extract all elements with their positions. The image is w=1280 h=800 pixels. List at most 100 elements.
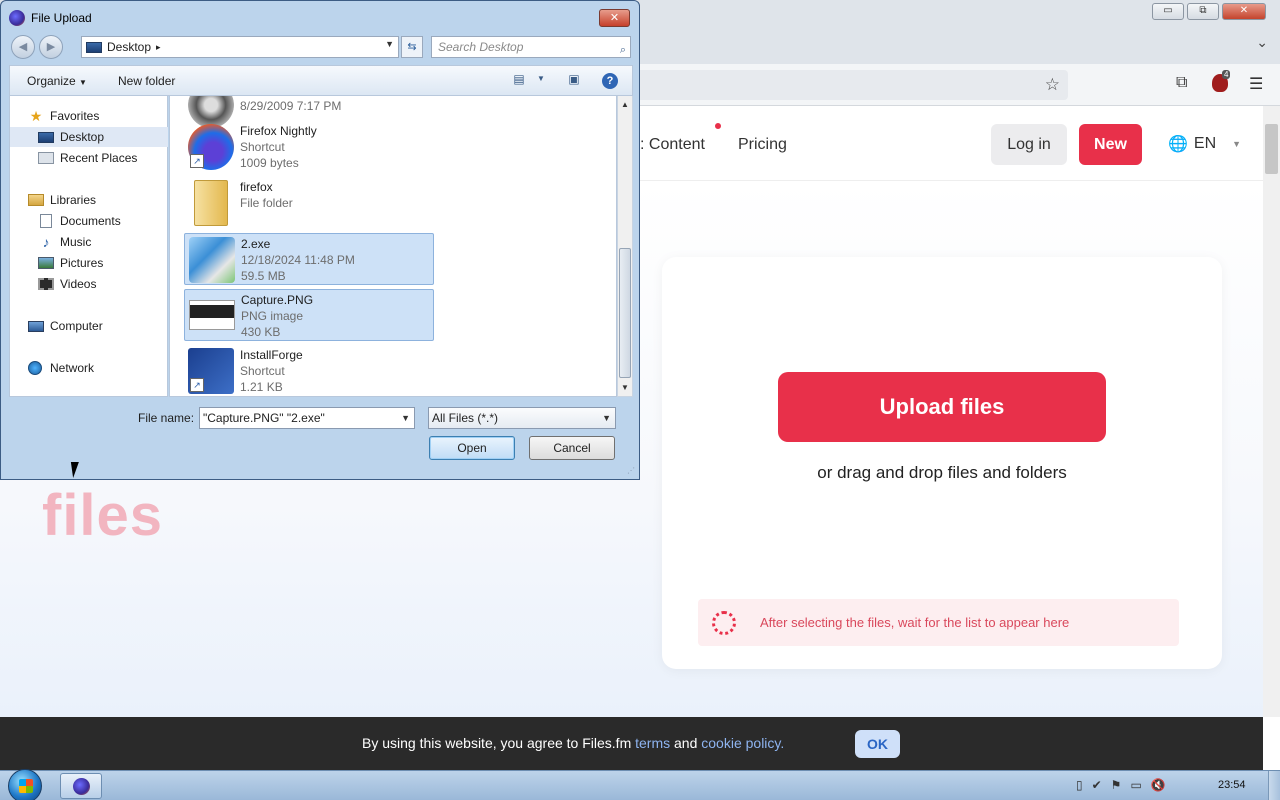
nav-content-link[interactable]: : Content: [640, 136, 705, 154]
nav-computer-label: Computer: [50, 319, 103, 333]
upload-info-text: After selecting the files, wait for the …: [760, 615, 1070, 630]
dialog-close-button[interactable]: ✕: [599, 9, 630, 27]
new-button[interactable]: New: [1079, 124, 1142, 165]
firefox-icon: [73, 778, 90, 795]
nav-desktop[interactable]: Desktop: [10, 127, 168, 147]
nav-favorites[interactable]: ★ Favorites: [10, 106, 168, 126]
file-detail-2: 430 KB: [241, 325, 281, 339]
caret-down-icon: ▼: [1232, 139, 1242, 149]
pictures-icon: [38, 257, 54, 269]
file-name-dropdown-icon[interactable]: ▼: [401, 408, 410, 428]
help-icon[interactable]: ?: [602, 73, 618, 89]
nav-pictures[interactable]: Pictures: [10, 253, 168, 273]
restore-button[interactable]: ⧉: [1187, 3, 1219, 20]
page-scrollbar[interactable]: [1263, 106, 1280, 717]
file-item[interactable]: 2.exe 12/18/2024 11:48 PM 59.5 MB: [184, 233, 434, 285]
file-item[interactable]: Capture.PNG PNG image 430 KB: [184, 289, 434, 341]
tab-list-chevron-icon[interactable]: ⌄: [1256, 34, 1268, 51]
new-folder-button[interactable]: New folder: [118, 74, 175, 88]
file-detail-1: Shortcut: [240, 140, 285, 154]
extensions-icon[interactable]: ⧉: [1176, 74, 1187, 92]
view-options-icon[interactable]: ▤: [510, 72, 528, 88]
tray-volume-muted-icon[interactable]: 🔇: [1151, 778, 1166, 792]
file-name-input[interactable]: "Capture.PNG" "2.exe" ▼: [199, 407, 415, 429]
address-bar[interactable]: Desktop ▸ ▼: [81, 36, 399, 58]
cookie-ok-button[interactable]: OK: [855, 730, 900, 758]
nav-computer[interactable]: Computer: [10, 316, 168, 336]
hero-files-word: files: [42, 483, 164, 548]
search-placeholder: Search Desktop: [438, 40, 524, 54]
file-item[interactable]: ↗ InstallForge Shortcut 1.21 KB: [184, 345, 434, 396]
terms-link[interactable]: terms: [635, 735, 670, 751]
cancel-button[interactable]: Cancel: [529, 436, 615, 460]
forward-arrow-icon[interactable]: ▶: [39, 35, 63, 59]
bookmark-star-icon[interactable]: ☆: [1045, 75, 1060, 95]
back-arrow-icon[interactable]: ◀: [11, 35, 35, 59]
file-name: firefox: [240, 180, 273, 194]
cookie-policy-link[interactable]: cookie policy.: [701, 735, 784, 751]
file-detail-1: Shortcut: [240, 364, 285, 378]
file-detail-1: File folder: [240, 196, 293, 210]
menu-hamburger-icon[interactable]: ☰: [1249, 74, 1263, 94]
tray-document-icon[interactable]: ▯: [1076, 778, 1083, 792]
preview-pane-icon[interactable]: ▣: [565, 72, 583, 88]
start-button[interactable]: [8, 769, 42, 800]
open-button[interactable]: Open: [429, 436, 515, 460]
scroll-up-icon[interactable]: ▲: [621, 100, 629, 109]
minimize-button[interactable]: ▭: [1152, 3, 1184, 20]
nav-content-label: Content: [648, 136, 705, 153]
nav-recent-places-label: Recent Places: [60, 151, 138, 165]
nav-videos[interactable]: Videos: [10, 274, 168, 294]
cookie-text: By using this website, you agree to File…: [362, 735, 784, 751]
show-desktop-button[interactable]: [1268, 771, 1280, 800]
nav-favorites-label: Favorites: [50, 109, 100, 123]
address-location[interactable]: Desktop: [107, 40, 151, 54]
tray-shield-icon[interactable]: ✔: [1092, 778, 1102, 792]
resize-grip-icon[interactable]: ⋰: [627, 466, 635, 475]
view-dropdown-icon[interactable]: ▼: [532, 74, 550, 90]
file-detail-2: 1009 bytes: [240, 156, 299, 170]
navigation-pane: ★ Favorites Desktop Recent Places Librari…: [9, 96, 168, 397]
upload-files-button[interactable]: Upload files: [778, 372, 1106, 442]
nav-pricing-link[interactable]: Pricing: [738, 136, 787, 154]
file-name: InstallForge: [240, 348, 303, 362]
nav-network[interactable]: Network: [10, 358, 168, 378]
file-item[interactable]: firefox File folder: [184, 177, 434, 229]
refresh-icon[interactable]: ⇆: [401, 36, 423, 58]
nav-videos-label: Videos: [60, 277, 97, 291]
nav-recent-places[interactable]: Recent Places: [10, 148, 168, 168]
search-icon[interactable]: ⌕: [620, 40, 626, 60]
file-name: Firefox Nightly: [240, 124, 317, 138]
page-scrollbar-thumb[interactable]: [1265, 124, 1278, 174]
search-input[interactable]: Search Desktop ⌕: [431, 36, 631, 58]
file-upload-dialog: File Upload ✕ ◀ ▶ Desktop ▸ ▼ ⇆ Search D…: [0, 0, 640, 480]
setup-exe-icon: [189, 237, 235, 283]
firefox-icon: [9, 10, 25, 26]
file-list-scroll-thumb[interactable]: [619, 248, 631, 378]
favorites-star-icon: ★: [29, 108, 43, 124]
organize-label: Organize: [27, 74, 76, 88]
file-type-select[interactable]: All Files (*.*) ▼: [428, 407, 616, 429]
nav-libraries[interactable]: Libraries: [10, 190, 168, 210]
nav-music[interactable]: ♪ Music: [10, 232, 168, 252]
address-dropdown-icon[interactable]: ▼: [385, 39, 394, 49]
file-item[interactable]: ↗ Firefox Nightly Shortcut 1009 bytes: [184, 121, 434, 173]
login-button[interactable]: Log in: [991, 124, 1067, 165]
close-window-button[interactable]: ✕: [1222, 3, 1266, 20]
file-type-dropdown-icon[interactable]: ▼: [602, 408, 611, 428]
tray-flag-icon[interactable]: ⚑: [1111, 778, 1122, 792]
tray-network-icon[interactable]: ▭: [1130, 778, 1141, 792]
file-list-scrollbar[interactable]: ▲ ▼: [617, 96, 633, 397]
language-selector[interactable]: 🌐 EN ▼: [1168, 134, 1241, 154]
nav-documents[interactable]: Documents: [10, 211, 168, 231]
nav-documents-label: Documents: [60, 214, 121, 228]
taskbar-clock[interactable]: 23:54: [1218, 779, 1246, 791]
organize-menu[interactable]: Organize ▼: [27, 74, 87, 88]
file-name-label: File name:: [138, 411, 195, 425]
globe-icon: 🌐: [1168, 136, 1188, 153]
nav-music-label: Music: [60, 235, 92, 249]
breadcrumb-separator-icon[interactable]: ▸: [156, 42, 161, 53]
taskbar-firefox-button[interactable]: [60, 773, 102, 799]
window-controls: ▭ ⧉ ✕: [1152, 3, 1266, 20]
scroll-down-icon[interactable]: ▼: [621, 383, 629, 392]
